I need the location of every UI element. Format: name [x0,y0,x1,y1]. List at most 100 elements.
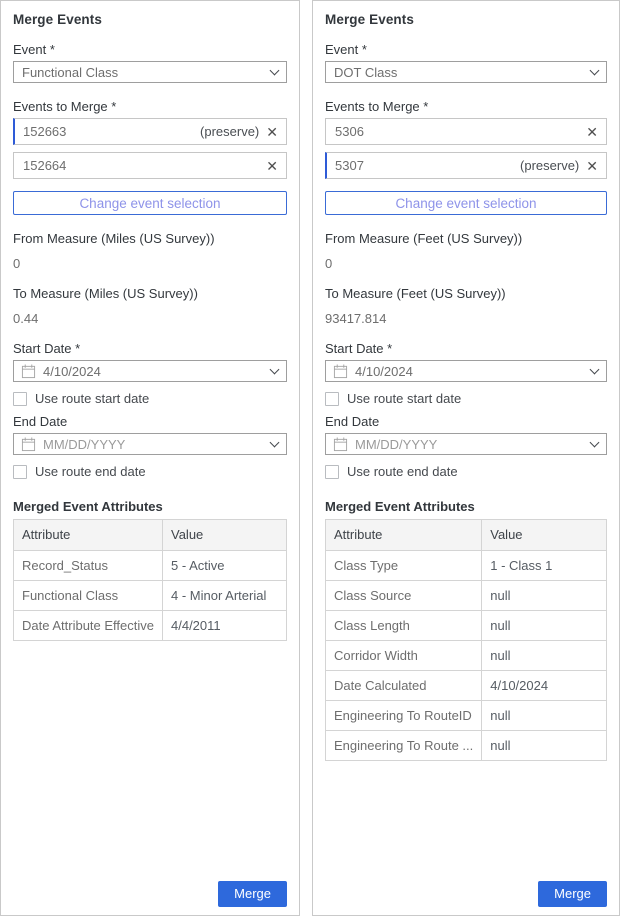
end-date-label: End Date [13,414,287,429]
attributes-table-body: Record_Status5 - ActiveFunctional Class4… [14,551,287,641]
use-route-start-date-row: Use route start date [13,391,287,406]
start-date-label: Start Date * [13,341,287,356]
attribute-name-cell: Date Attribute Effective [14,611,163,641]
merge-events-widget: Merge Events Event * Functional Class Ev… [0,0,621,916]
end-date-label: End Date [325,414,607,429]
attribute-name-cell: Date Calculated [326,671,482,701]
merged-attributes-table: Attribute Value Record_Status5 - ActiveF… [13,519,287,641]
chevron-down-icon [270,364,280,374]
from-measure-label: From Measure (Feet (US Survey)) [325,231,607,246]
chevron-down-icon [590,65,600,75]
preserve-tag: (preserve) [200,124,259,139]
to-measure-value: 93417.814 [325,311,607,326]
attribute-value-cell: null [482,641,607,671]
event-input-row[interactable]: 5307 (preserve) ✕ [325,152,607,179]
attribute-name-cell: Class Length [326,611,482,641]
attribute-value-cell: null [482,701,607,731]
from-measure-value: 0 [325,256,607,271]
table-row: Engineering To RouteIDnull [326,701,607,731]
use-route-end-date-row: Use route end date [13,464,287,479]
use-route-end-date-label: Use route end date [35,464,146,479]
chevron-down-icon [590,364,600,374]
panel-footer: Merge [325,881,607,907]
attribute-name-cell: Class Source [326,581,482,611]
attribute-value-cell: 5 - Active [163,551,287,581]
event-id: 5307 [335,158,520,173]
table-row: Engineering To Route ...null [326,731,607,761]
use-route-end-date-checkbox[interactable] [325,465,339,479]
calendar-icon [333,364,348,379]
change-event-selection-button[interactable]: Change event selection [325,191,607,215]
close-icon[interactable]: ✕ [266,159,278,173]
attribute-column-header: Attribute [326,520,482,551]
use-route-start-date-label: Use route start date [35,391,149,406]
calendar-icon [21,437,36,452]
use-route-start-date-checkbox[interactable] [13,392,27,406]
to-measure-label: To Measure (Miles (US Survey)) [13,286,287,301]
event-selected-value: Functional Class [22,65,271,80]
value-column-header: Value [163,520,287,551]
table-row: Date Attribute Effective4/4/2011 [14,611,287,641]
attribute-value-cell: 4/4/2011 [163,611,287,641]
attribute-value-cell: null [482,611,607,641]
start-date-picker[interactable]: 4/10/2024 [325,360,607,382]
table-row: Class Type1 - Class 1 [326,551,607,581]
merged-attributes-table: Attribute Value Class Type1 - Class 1Cla… [325,519,607,761]
table-row: Class Lengthnull [326,611,607,641]
table-row: Class Sourcenull [326,581,607,611]
end-date-picker[interactable]: MM/DD/YYYY [13,433,287,455]
events-to-merge-label: Events to Merge * [325,99,607,114]
attribute-value-cell: null [482,731,607,761]
merge-button[interactable]: Merge [538,881,607,907]
close-icon[interactable]: ✕ [266,125,278,139]
event-select[interactable]: DOT Class [325,61,607,83]
table-header-row: Attribute Value [14,520,287,551]
from-measure-value: 0 [13,256,287,271]
use-route-end-date-row: Use route end date [325,464,607,479]
attribute-name-cell: Record_Status [14,551,163,581]
use-route-start-date-checkbox[interactable] [325,392,339,406]
merge-button[interactable]: Merge [218,881,287,907]
use-route-end-date-checkbox[interactable] [13,465,27,479]
calendar-icon [333,437,348,452]
attribute-name-cell: Engineering To RouteID [326,701,482,731]
table-row: Functional Class4 - Minor Arterial [14,581,287,611]
end-date-placeholder: MM/DD/YYYY [355,437,584,452]
end-date-picker[interactable]: MM/DD/YYYY [325,433,607,455]
close-icon[interactable]: ✕ [586,125,598,139]
merge-events-panel-left: Merge Events Event * Functional Class Ev… [0,0,300,916]
event-input-row[interactable]: 152663 (preserve) ✕ [13,118,287,145]
panel-title: Merge Events [325,12,607,27]
change-event-selection-button[interactable]: Change event selection [13,191,287,215]
panel-title: Merge Events [13,12,287,27]
table-header-row: Attribute Value [326,520,607,551]
value-column-header: Value [482,520,607,551]
start-date-picker[interactable]: 4/10/2024 [13,360,287,382]
event-input-row[interactable]: 152664 ✕ [13,152,287,179]
attribute-column-header: Attribute [14,520,163,551]
event-input-row[interactable]: 5306 ✕ [325,118,607,145]
table-row: Date Calculated4/10/2024 [326,671,607,701]
start-date-value: 4/10/2024 [355,364,584,379]
table-row: Record_Status5 - Active [14,551,287,581]
use-route-start-date-label: Use route start date [347,391,461,406]
calendar-icon [21,364,36,379]
start-date-label: Start Date * [325,341,607,356]
attribute-name-cell: Class Type [326,551,482,581]
preserve-tag: (preserve) [520,158,579,173]
chevron-down-icon [270,437,280,447]
attribute-value-cell: 1 - Class 1 [482,551,607,581]
events-to-merge-label: Events to Merge * [13,99,287,114]
attributes-table-body: Class Type1 - Class 1Class SourcenullCla… [326,551,607,761]
merged-attributes-heading: Merged Event Attributes [13,499,287,514]
event-label: Event * [325,42,607,57]
attribute-value-cell: 4/10/2024 [482,671,607,701]
panel-footer: Merge [13,881,287,907]
close-icon[interactable]: ✕ [586,159,598,173]
table-row: Corridor Widthnull [326,641,607,671]
from-measure-label: From Measure (Miles (US Survey)) [13,231,287,246]
use-route-end-date-label: Use route end date [347,464,458,479]
attribute-name-cell: Engineering To Route ... [326,731,482,761]
event-select[interactable]: Functional Class [13,61,287,83]
merge-events-panel-right: Merge Events Event * DOT Class Events to… [312,0,620,916]
